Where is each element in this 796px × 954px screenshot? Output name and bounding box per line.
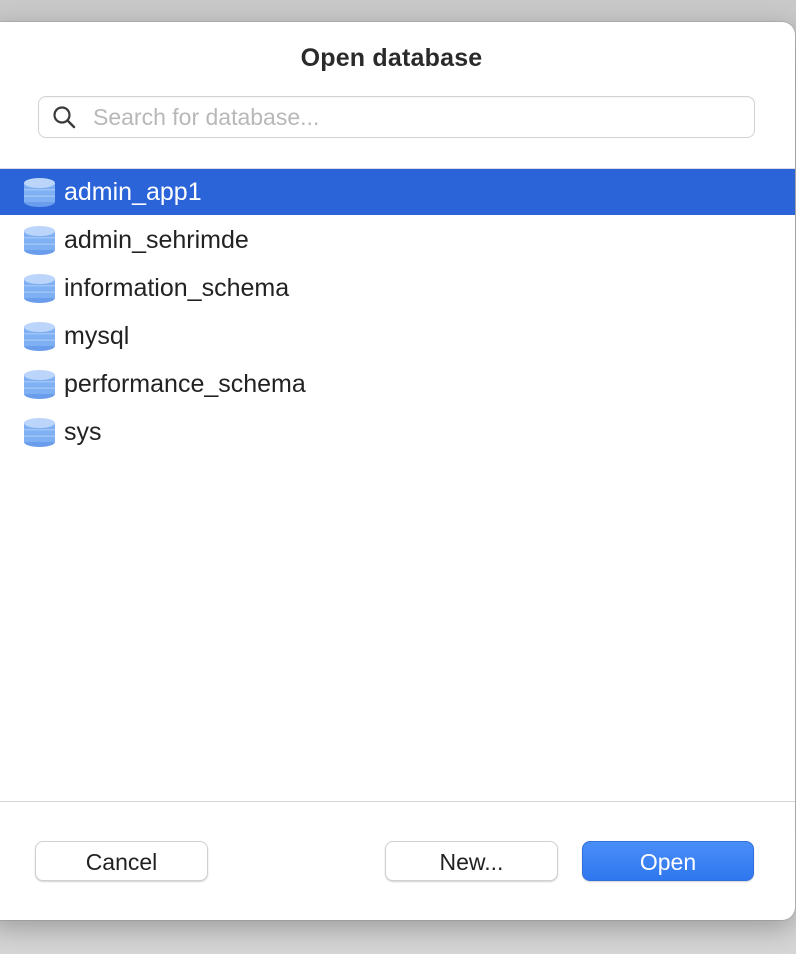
new-database-button[interactable]: New... <box>385 841 558 881</box>
database-name: information_schema <box>64 274 290 302</box>
database-icon <box>24 322 55 351</box>
dialog-title: Open database <box>300 44 483 72</box>
database-row-performance-schema[interactable]: performance_schema <box>0 361 795 407</box>
cancel-button[interactable]: Cancel <box>35 841 208 881</box>
database-name: performance_schema <box>64 370 306 398</box>
database-row-admin-sehrimde[interactable]: admin_sehrimde <box>0 217 795 263</box>
database-icon <box>24 226 55 255</box>
database-name: admin_app1 <box>64 178 202 206</box>
database-row-sys[interactable]: sys <box>0 409 795 455</box>
database-name: sys <box>64 418 102 446</box>
database-row-mysql[interactable]: mysql <box>0 313 795 359</box>
search-icon <box>53 106 76 129</box>
database-icon <box>24 178 55 207</box>
database-icon <box>24 274 55 303</box>
open-database-dialog: Open database admin_app1 <box>0 22 795 920</box>
search-input[interactable] <box>93 97 733 137</box>
database-name: admin_sehrimde <box>64 226 249 254</box>
database-row-information-schema[interactable]: information_schema <box>0 265 795 311</box>
database-name: mysql <box>64 322 130 350</box>
search-field[interactable] <box>38 96 755 138</box>
database-row-admin-app1[interactable]: admin_app1 <box>0 169 795 215</box>
database-icon <box>24 418 55 447</box>
open-button[interactable]: Open <box>582 841 754 881</box>
database-list[interactable]: admin_app1 admin_sehrimde information_sc… <box>0 168 795 802</box>
database-icon <box>24 370 55 399</box>
